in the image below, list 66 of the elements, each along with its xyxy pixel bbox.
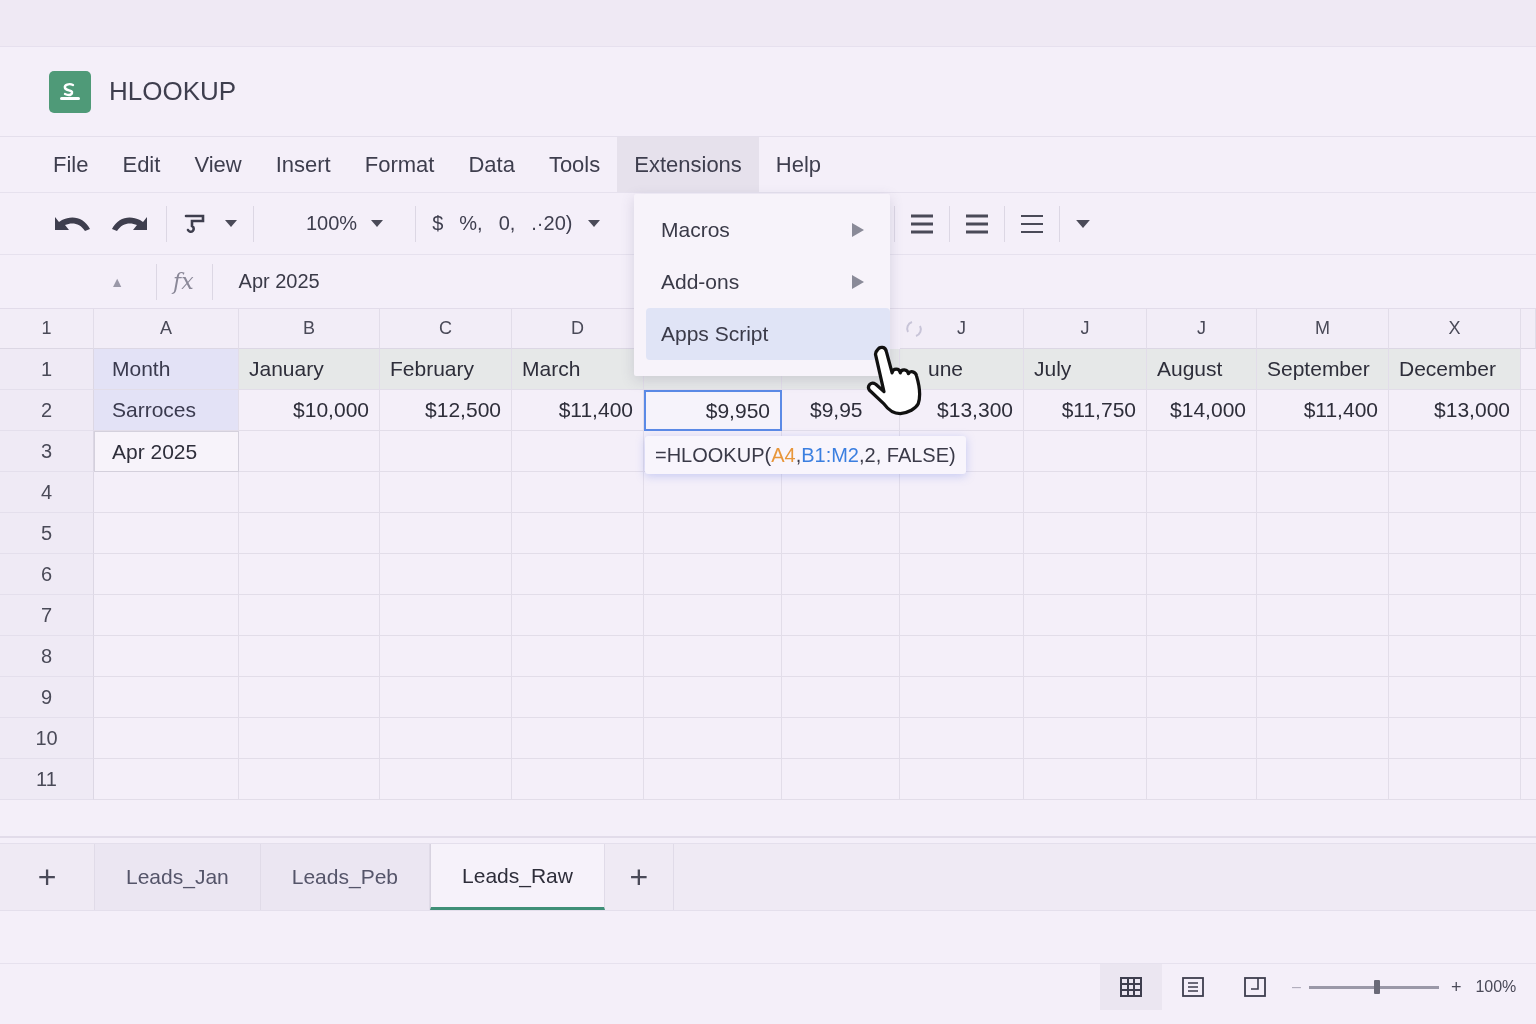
column-header[interactable]: C — [439, 318, 452, 339]
menu-item[interactable]: Help — [758, 137, 839, 192]
table-cell: July — [1024, 349, 1147, 390]
format-button[interactable]: %, — [459, 212, 483, 235]
menu-item[interactable]: Data — [451, 137, 532, 192]
menu-item[interactable]: Extensions — [617, 137, 759, 192]
menu-option[interactable]: Apps Script — [646, 308, 890, 360]
formula-tooltip: =HLOOKUP(A4,B1:M2,2, FALSE) — [645, 436, 966, 474]
row-number[interactable]: 1 — [0, 349, 94, 390]
row-number[interactable]: 9 — [0, 677, 94, 718]
menu-item[interactable]: View — [177, 137, 259, 192]
column-header[interactable]: X — [1448, 318, 1461, 339]
sheet-tab[interactable]: Leads_Raw — [430, 844, 605, 910]
format-button[interactable]: 0, — [498, 212, 516, 235]
format-button[interactable]: $ — [432, 212, 444, 235]
menu-item[interactable]: File — [36, 137, 106, 192]
menu-option[interactable]: Macros — [646, 204, 890, 256]
column-header[interactable]: M — [1315, 318, 1330, 339]
table-cell: September — [1257, 349, 1389, 390]
table-cell: February — [380, 349, 512, 390]
row-number[interactable]: 11 — [0, 759, 94, 800]
table-cell: January — [239, 349, 380, 390]
selected-cell: $9,950 — [644, 390, 782, 431]
column-header[interactable]: J — [1197, 318, 1206, 339]
table-cell: $11,400 — [1257, 390, 1389, 431]
table-cell: $12,500 — [380, 390, 512, 431]
add-sheet-button[interactable]: + — [604, 844, 674, 910]
table-cell: $14,000 — [1147, 390, 1257, 431]
row-number[interactable]: 2 — [0, 390, 94, 431]
row-number[interactable]: 4 — [0, 472, 94, 513]
sheet-tab[interactable]: Leads_Jan — [95, 844, 261, 910]
table-cell: une — [900, 349, 1024, 390]
zoom-select[interactable]: 100% — [306, 212, 400, 235]
column-header[interactable]: A — [160, 318, 172, 339]
table-cell: Sarroces — [94, 390, 239, 431]
formula-input[interactable]: Apr 2025 — [238, 270, 320, 293]
row-number[interactable]: 6 — [0, 554, 94, 595]
menu-item[interactable]: Tools — [531, 137, 618, 192]
function-label: fx — [173, 269, 194, 294]
menu-item[interactable]: Format — [347, 137, 452, 192]
table-cell: March — [512, 349, 644, 390]
format-button[interactable]: .·20) — [531, 212, 573, 235]
zoom-in-button[interactable]: + — [1450, 976, 1462, 998]
column-header[interactable]: J — [957, 318, 966, 339]
row-number[interactable]: 5 — [0, 513, 94, 554]
zoom-level: 100% — [1475, 978, 1517, 996]
row-number[interactable]: 7 — [0, 595, 94, 636]
table-cell: Month — [94, 349, 239, 390]
sheet-tab[interactable]: Leads_Peb — [260, 844, 431, 910]
table-cell: $13,000 — [1389, 390, 1521, 431]
column-header: 1 — [0, 309, 94, 349]
row-number[interactable]: 8 — [0, 636, 94, 677]
table-cell: December — [1389, 349, 1521, 390]
table-cell: $10,000 — [239, 390, 380, 431]
row-number[interactable]: 3 — [0, 431, 94, 472]
menu-item[interactable]: Insert — [258, 137, 348, 192]
column-header[interactable]: D — [571, 318, 584, 339]
table-cell: $11,750 — [1024, 390, 1147, 431]
table-cell: August — [1147, 349, 1257, 390]
table-cell: Apr 2025 — [94, 431, 239, 472]
menu-item[interactable]: Edit — [105, 137, 178, 192]
row-number[interactable]: 10 — [0, 718, 94, 759]
document-title: HLOOKUP — [109, 76, 237, 107]
column-header[interactable]: B — [303, 318, 315, 339]
column-header[interactable]: J — [1080, 318, 1090, 339]
menu-option[interactable]: Add-ons — [646, 256, 890, 308]
